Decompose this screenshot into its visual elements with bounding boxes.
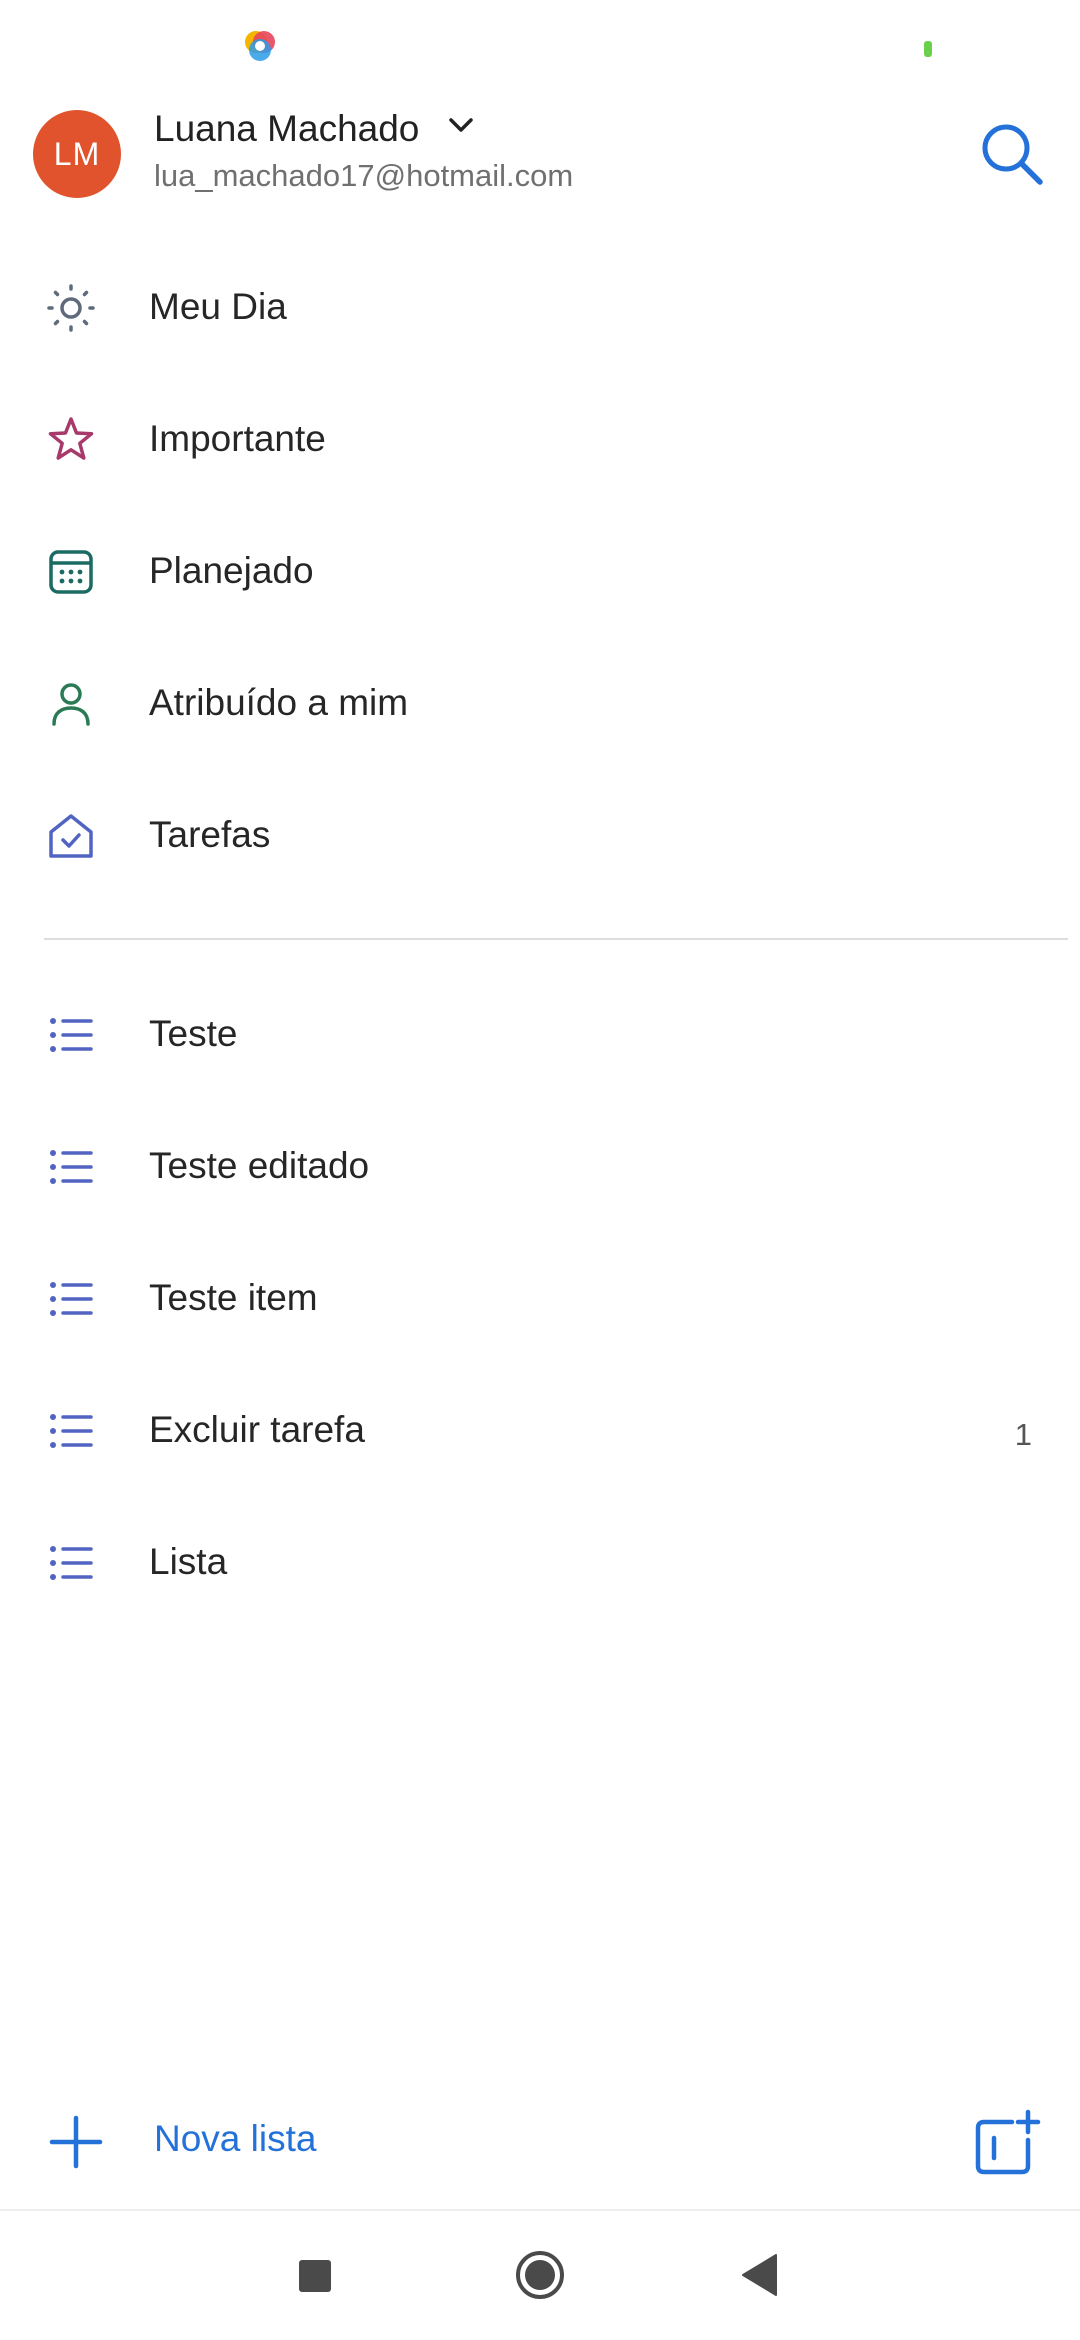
app-notification-icon (245, 31, 275, 61)
list-icon (50, 1546, 93, 1580)
new-group-icon[interactable] (972, 2108, 1042, 2178)
list-item-label: Excluir tarefa (149, 1409, 365, 1450)
list-item-label: Teste editado (149, 1145, 370, 1186)
calendar-icon (49, 550, 93, 594)
list-item-count: 1 (1014, 1417, 1032, 1452)
account-header[interactable]: LM Luana Machado lua_machado17@hotmail.c… (0, 100, 1080, 220)
search-icon[interactable] (976, 118, 1048, 190)
account-name[interactable]: Luana Machado (154, 108, 419, 150)
battery-indicator-icon (924, 41, 932, 57)
nav-item-planned[interactable]: Planejado (0, 506, 1080, 638)
recents-icon[interactable] (299, 2260, 331, 2292)
sun-icon (47, 284, 95, 332)
nav-item-label: Meu Dia (149, 286, 287, 327)
list-item-label: Teste item (149, 1277, 318, 1318)
nav-item-label: Atribuído a mim (149, 682, 409, 723)
nav-item-tasks[interactable]: Tarefas (0, 770, 1080, 902)
list-item[interactable]: Teste item (0, 1233, 1080, 1365)
nav-item-my-day[interactable]: Meu Dia (0, 242, 1080, 374)
chevron-down-icon[interactable] (446, 110, 476, 140)
list-item-label: Teste (149, 1013, 238, 1054)
new-list-bar: Nova lista (0, 2090, 1080, 2200)
plus-icon[interactable] (48, 2114, 104, 2170)
new-list-button[interactable]: Nova lista (154, 2118, 316, 2160)
list-icon (50, 1150, 93, 1184)
avatar[interactable]: LM (33, 110, 121, 198)
account-email: lua_machado17@hotmail.com (154, 158, 574, 193)
list-item[interactable]: Lista (0, 1497, 1080, 1629)
nav-item-label: Importante (149, 418, 326, 459)
list-icon (50, 1018, 93, 1052)
system-navigation-bar (0, 2211, 1080, 2340)
back-icon[interactable] (740, 2253, 780, 2297)
home-icon (49, 814, 93, 858)
list-item[interactable]: Excluir tarefa 1 (0, 1365, 1080, 1497)
list-icon (50, 1282, 93, 1316)
nav-item-label: Tarefas (149, 814, 271, 855)
list-item[interactable]: Teste (0, 969, 1080, 1101)
person-icon (52, 683, 90, 726)
home-button-icon[interactable] (514, 2249, 566, 2301)
list-item[interactable]: Teste editado (0, 1101, 1080, 1233)
nav-item-label: Planejado (149, 550, 314, 591)
nav-item-assigned-to-me[interactable]: Atribuído a mim (0, 638, 1080, 770)
star-icon (48, 417, 94, 460)
status-bar (0, 0, 1080, 90)
divider (44, 938, 1068, 940)
nav-item-important[interactable]: Importante (0, 374, 1080, 506)
list-icon (50, 1414, 93, 1448)
list-item-label: Lista (149, 1541, 228, 1582)
